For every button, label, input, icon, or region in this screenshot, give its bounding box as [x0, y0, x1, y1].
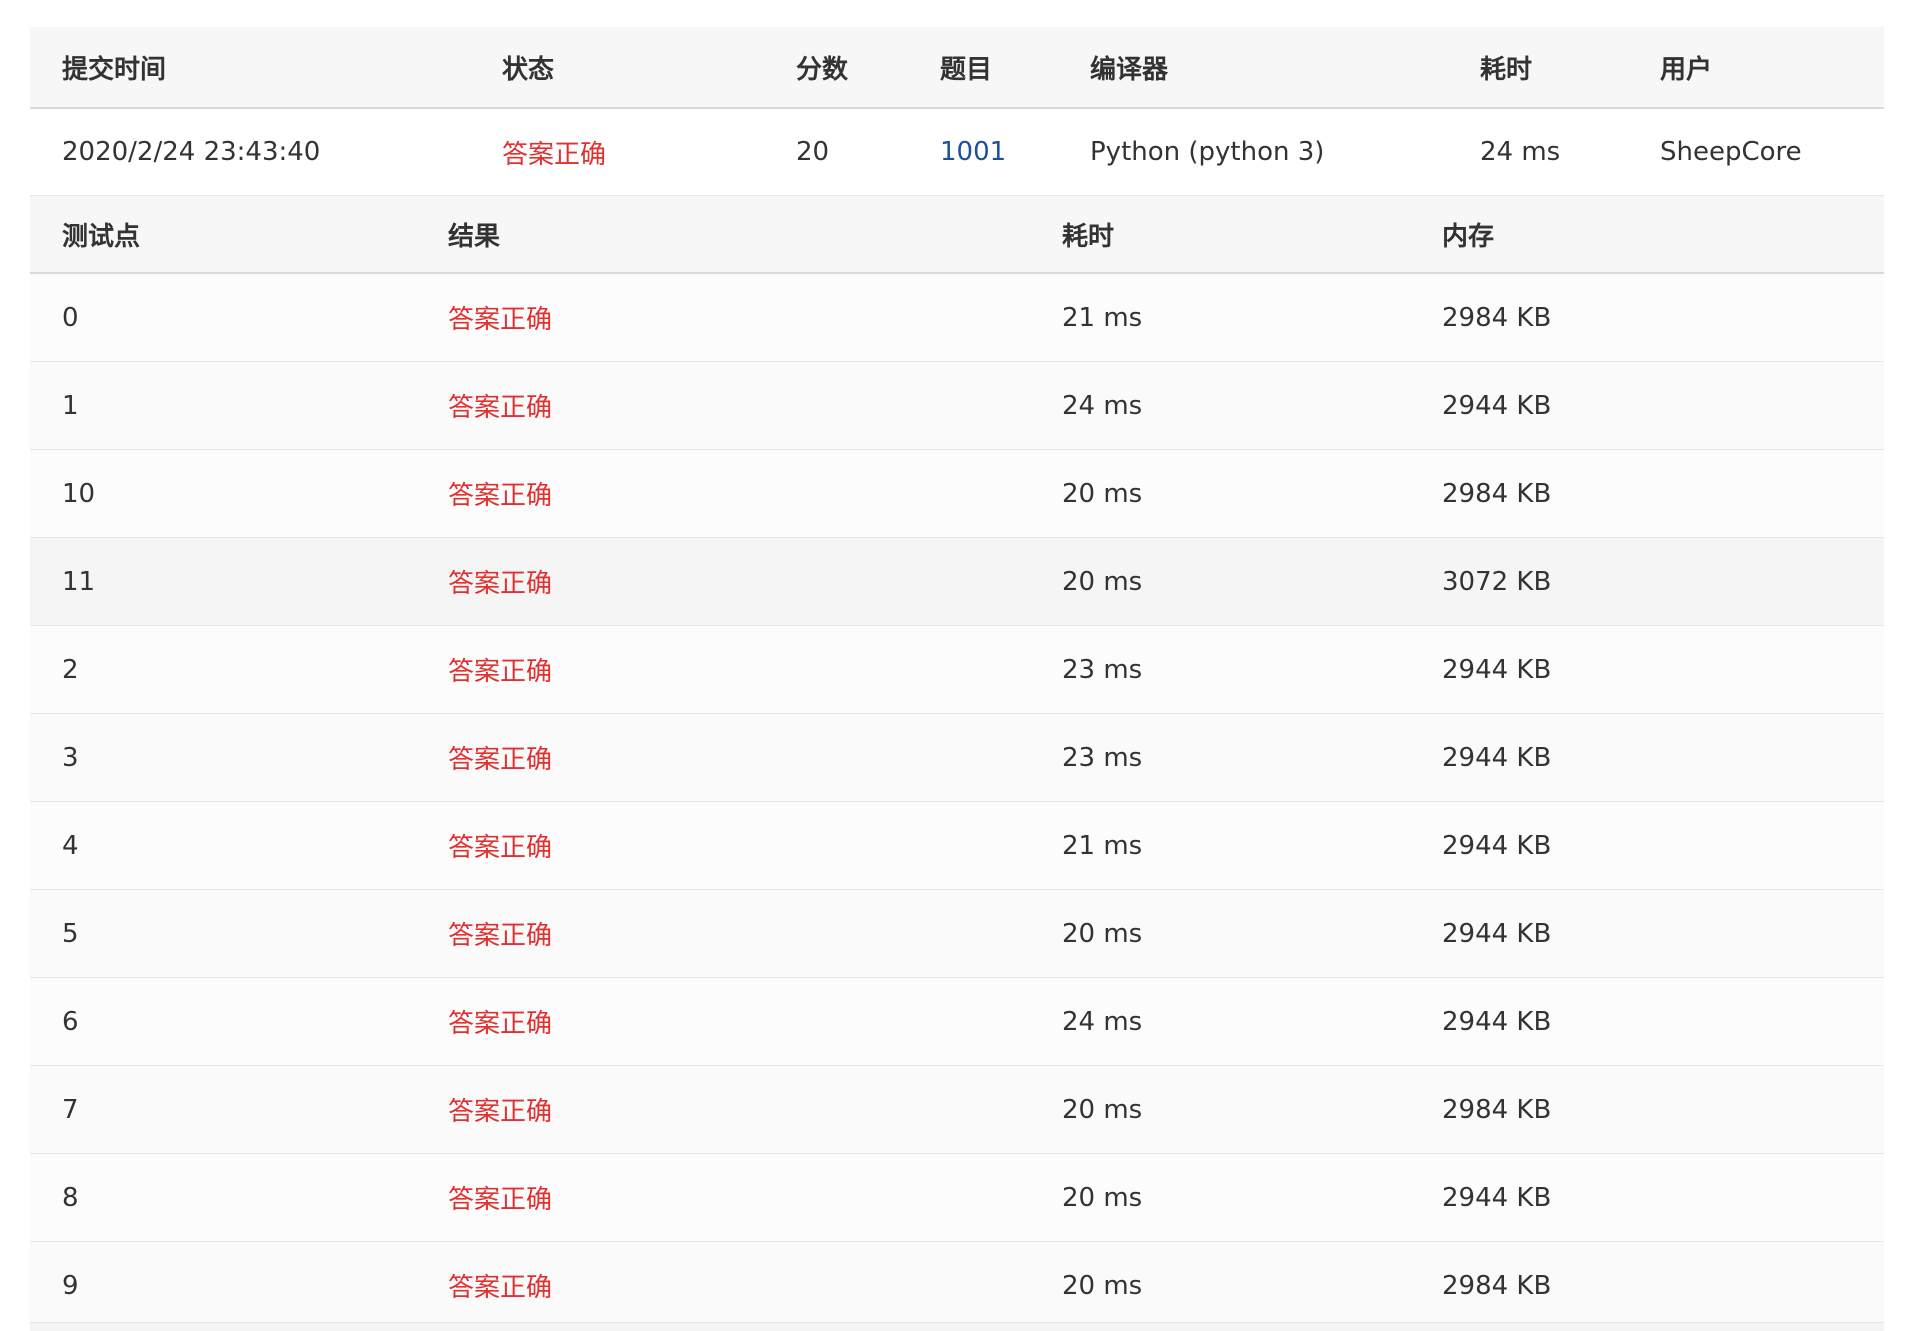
table-row: 3 答案正确 23 ms 2944 KB: [30, 713, 1884, 802]
table-row: 8 答案正确 20 ms 2944 KB: [30, 1153, 1884, 1242]
table-row: 4 答案正确 21 ms 2944 KB: [30, 801, 1884, 890]
test-case-duration: 20 ms: [1030, 537, 1410, 626]
test-case-id: 6: [30, 977, 416, 1066]
test-case-result: 答案正确: [416, 449, 1030, 538]
col-header-duration: 耗时: [1448, 27, 1628, 109]
test-case-memory: 2944 KB: [1410, 1153, 1884, 1242]
col-header-result: 结果: [416, 196, 1030, 274]
test-case-id: 3: [30, 713, 416, 802]
test-case-table: 测试点 结果 耗时 内存 0 答案正确 21 ms 2984 KB 1 答案正确 24 ms…: [30, 196, 1884, 1330]
col-header-status: 状态: [470, 27, 764, 109]
table-row: 1 答案正确 24 ms 2944 KB: [30, 361, 1884, 450]
test-case-duration: 20 ms: [1030, 449, 1410, 538]
test-case-result: 答案正确: [416, 1241, 1030, 1330]
table-row: 6 答案正确 24 ms 2944 KB: [30, 977, 1884, 1066]
test-case-id: 4: [30, 801, 416, 890]
submission-detail: 提交时间 状态 分数 题目 编译器 耗时 用户 2020/2/24 23:43:…: [30, 27, 1884, 1330]
test-case-memory: 2944 KB: [1410, 889, 1884, 978]
test-case-duration: 24 ms: [1030, 977, 1410, 1066]
test-case-memory: 2984 KB: [1410, 1241, 1884, 1330]
test-case-memory: 2984 KB: [1410, 1065, 1884, 1154]
table-row: 7 答案正确 20 ms 2984 KB: [30, 1065, 1884, 1154]
test-case-id: 7: [30, 1065, 416, 1154]
test-case-result: 答案正确: [416, 889, 1030, 978]
submission-user: SheepCore: [1628, 108, 1884, 196]
test-case-duration: 20 ms: [1030, 1065, 1410, 1154]
table-row: 11 答案正确 20 ms 3072 KB: [30, 537, 1884, 626]
submission-status: 答案正确: [470, 108, 764, 196]
submission-row: 2020/2/24 23:43:40 答案正确 20 1001 Python (…: [30, 108, 1884, 196]
test-case-id: 1: [30, 361, 416, 450]
problem-link[interactable]: 1001: [940, 137, 1006, 167]
test-case-result: 答案正确: [416, 713, 1030, 802]
test-case-memory: 2984 KB: [1410, 273, 1884, 362]
col-header-submit-time: 提交时间: [30, 27, 470, 109]
col-header-problem: 题目: [908, 27, 1058, 109]
problem-cell: 1001: [908, 108, 1058, 196]
test-case-memory: 2944 KB: [1410, 713, 1884, 802]
test-case-duration: 24 ms: [1030, 361, 1410, 450]
table-row: 0 答案正确 21 ms 2984 KB: [30, 273, 1884, 362]
test-case-result: 答案正确: [416, 1153, 1030, 1242]
test-case-duration: 23 ms: [1030, 625, 1410, 714]
test-case-duration: 21 ms: [1030, 273, 1410, 362]
test-case-header-row: 测试点 结果 耗时 内存: [30, 196, 1884, 274]
test-case-id: 9: [30, 1241, 416, 1330]
test-case-result: 答案正确: [416, 537, 1030, 626]
test-case-memory: 2944 KB: [1410, 625, 1884, 714]
test-case-result: 答案正确: [416, 977, 1030, 1066]
test-case-id: 11: [30, 537, 416, 626]
test-case-duration: 20 ms: [1030, 1241, 1410, 1330]
table-row: 9 答案正确 20 ms 2984 KB: [30, 1241, 1884, 1330]
submission-score: 20: [764, 108, 908, 196]
col-header-user: 用户: [1628, 27, 1884, 109]
test-case-id: 8: [30, 1153, 416, 1242]
col-header-case-duration: 耗时: [1030, 196, 1410, 274]
test-case-duration: 23 ms: [1030, 713, 1410, 802]
test-case-result: 答案正确: [416, 361, 1030, 450]
test-case-id: 2: [30, 625, 416, 714]
test-case-memory: 2944 KB: [1410, 801, 1884, 890]
test-case-duration: 21 ms: [1030, 801, 1410, 890]
test-case-result: 答案正确: [416, 625, 1030, 714]
test-case-rows: 0 答案正确 21 ms 2984 KB 1 答案正确 24 ms 2944 KB 10 答案正确…: [30, 273, 1884, 1330]
submission-header-row: 提交时间 状态 分数 题目 编译器 耗时 用户: [30, 27, 1884, 109]
col-header-compiler: 编译器: [1058, 27, 1448, 109]
test-case-result: 答案正确: [416, 273, 1030, 362]
col-header-score: 分数: [764, 27, 908, 109]
table-row: 2 答案正确 23 ms 2944 KB: [30, 625, 1884, 714]
test-case-memory: 3072 KB: [1410, 537, 1884, 626]
submission-compiler: Python (python 3): [1058, 108, 1448, 196]
table-row: 5 答案正确 20 ms 2944 KB: [30, 889, 1884, 978]
test-case-duration: 20 ms: [1030, 1153, 1410, 1242]
test-case-result: 答案正确: [416, 801, 1030, 890]
test-case-memory: 2984 KB: [1410, 449, 1884, 538]
test-case-id: 0: [30, 273, 416, 362]
test-case-memory: 2944 KB: [1410, 361, 1884, 450]
submission-table: 提交时间 状态 分数 题目 编译器 耗时 用户 2020/2/24 23:43:…: [30, 27, 1884, 196]
col-header-memory: 内存: [1410, 196, 1884, 274]
table-row: 10 答案正确 20 ms 2984 KB: [30, 449, 1884, 538]
test-case-memory: 2944 KB: [1410, 977, 1884, 1066]
submission-duration: 24 ms: [1448, 108, 1628, 196]
test-case-duration: 20 ms: [1030, 889, 1410, 978]
test-case-id: 5: [30, 889, 416, 978]
submit-time: 2020/2/24 23:43:40: [30, 108, 470, 196]
col-header-test-case: 测试点: [30, 196, 416, 274]
test-case-result: 答案正确: [416, 1065, 1030, 1154]
test-case-id: 10: [30, 449, 416, 538]
